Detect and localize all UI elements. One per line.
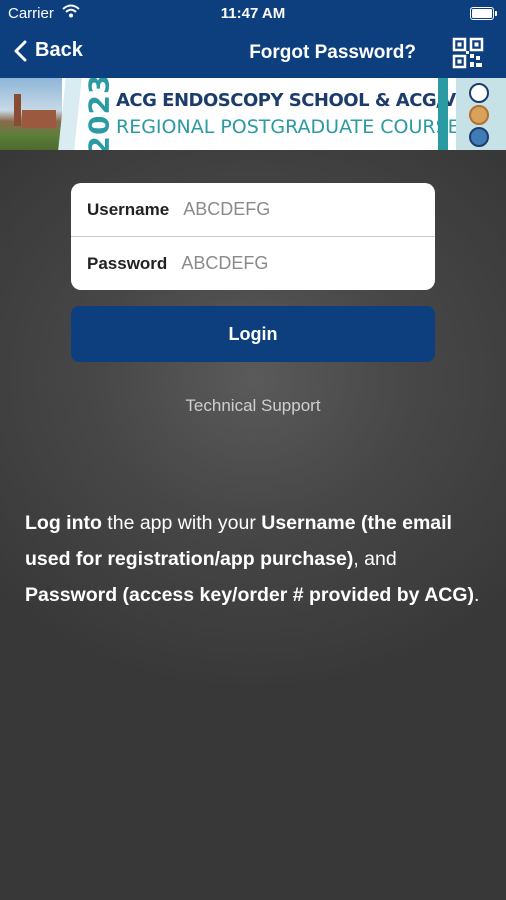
login-form: Username Password — [71, 183, 435, 290]
battery-icon — [470, 7, 497, 20]
banner-year: 2023 — [82, 78, 116, 150]
campus-photo — [0, 78, 62, 150]
back-label: Back — [35, 39, 83, 61]
login-instructions: Log into the app with your Username (the… — [25, 512, 480, 606]
society-seal-icon — [469, 105, 489, 125]
chevron-left-icon — [14, 40, 27, 61]
status-bar: Carrier 11:47 AM — [0, 0, 506, 28]
username-row: Username — [71, 183, 435, 237]
qr-code-icon[interactable] — [452, 37, 484, 69]
forgot-password-link[interactable]: Forgot Password? — [249, 42, 416, 64]
password-row: Password — [71, 237, 435, 290]
back-button[interactable]: Back — [14, 39, 83, 62]
username-input[interactable] — [181, 198, 406, 221]
society-seal-icon — [469, 83, 489, 103]
password-label: Password — [87, 253, 168, 273]
technical-support-link[interactable]: Technical Support — [0, 396, 506, 416]
password-input[interactable] — [179, 252, 404, 275]
banner-subtitle: REGIONAL POSTGRADUATE COURSE — [116, 116, 460, 138]
status-time: 11:47 AM — [220, 5, 286, 22]
nav-bar: Back Forgot Password? — [0, 28, 506, 78]
username-label: Username — [87, 199, 170, 219]
course-banner: 2023 ACG ENDOSCOPY SCHOOL & ACG/VGS/ODSG… — [0, 78, 506, 150]
society-seal-icon — [469, 127, 489, 147]
login-button[interactable]: Login — [71, 306, 435, 362]
